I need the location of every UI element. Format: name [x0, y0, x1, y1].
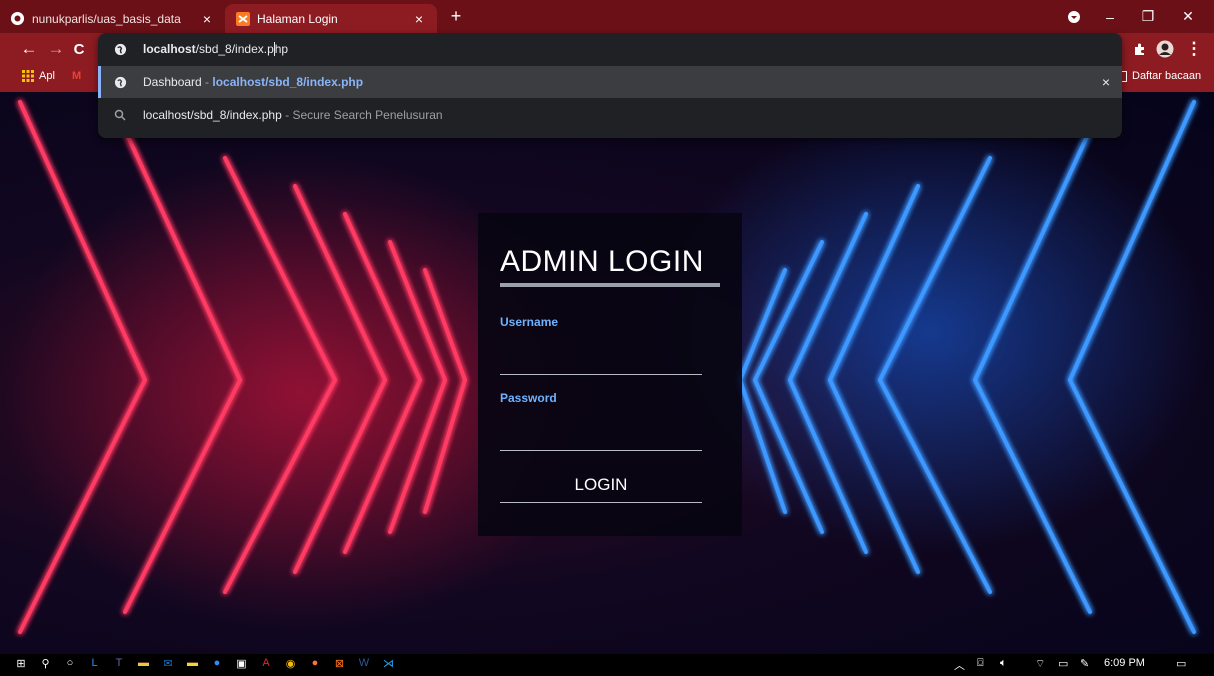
reload-icon[interactable]: C — [68, 33, 90, 65]
new-tab-button[interactable]: + — [446, 6, 466, 27]
screen: nunukparlis/uas_basis_data × Halaman Log… — [0, 0, 1214, 676]
username-label: Username — [500, 315, 559, 329]
login-title: ADMIN LOGIN — [500, 245, 704, 278]
suggestion-search[interactable]: localhost/sbd_8/index.php - Secure Searc… — [98, 99, 1122, 131]
taskbar-word-icon[interactable]: W — [357, 656, 371, 670]
tab-github[interactable]: nunukparlis/uas_basis_data × — [0, 4, 225, 33]
close-window-button[interactable]: ✕ — [1170, 0, 1206, 33]
clock[interactable]: 6:09 PM — [1104, 657, 1145, 669]
suggestion-title: Dashboard — [143, 75, 202, 89]
taskbar-mail-icon[interactable]: ✉ — [161, 656, 175, 670]
tab-close-icon[interactable]: × — [411, 11, 427, 27]
menu-icon[interactable]: ⋮ — [1183, 33, 1205, 65]
notification-icon[interactable]: ▭ — [1176, 657, 1186, 670]
apps-grid-icon — [22, 70, 34, 82]
suggestion-separator: - — [281, 108, 293, 122]
restore-button[interactable]: ❐ — [1130, 0, 1166, 33]
address-host: localhost — [143, 41, 196, 56]
taskbar-teams-icon[interactable]: T — [112, 656, 126, 670]
taskbar-firefox-icon[interactable]: ● — [308, 656, 322, 670]
xampp-icon — [235, 11, 250, 26]
taskbar-vscode-icon[interactable]: ⋊ — [382, 656, 396, 670]
password-label: Password — [500, 391, 557, 405]
login-page: ADMIN LOGIN Username Password LOGIN — [0, 92, 1214, 654]
tab-title: nunukparlis/uas_basis_data — [32, 11, 181, 26]
admin-login-card: ADMIN LOGIN Username Password LOGIN — [478, 213, 742, 536]
forward-icon[interactable]: → — [45, 33, 67, 65]
taskbar-search-icon[interactable]: ⚲ — [39, 656, 53, 670]
github-icon — [10, 11, 25, 26]
taskbar-explorer-icon[interactable]: ▬ — [137, 656, 151, 670]
title-underline — [500, 283, 720, 287]
taskbar-xampp-icon[interactable]: ⊠ — [333, 656, 347, 670]
gmail-icon: M — [72, 70, 82, 82]
profile-avatar[interactable] — [1154, 33, 1176, 65]
suggestion-dashboard[interactable]: Dashboard - localhost/sbd_8/index.php × — [98, 66, 1122, 98]
taskbar-sticky-notes-icon[interactable]: ▬ — [186, 656, 200, 670]
taskbar-cortana-icon[interactable]: ○ — [63, 656, 77, 670]
taskbar-start-icon[interactable]: ⊞ — [14, 656, 28, 670]
bookmark-gmail[interactable]: M — [72, 70, 81, 82]
wifi-icon[interactable]: ⌔ — [1035, 657, 1045, 671]
volume-icon[interactable]: 🔈︎ — [1000, 657, 1007, 670]
login-button[interactable]: LOGIN — [500, 467, 702, 503]
password-input[interactable] — [500, 425, 702, 451]
suggestion-url: localhost/sbd_8/index.php — [212, 75, 364, 89]
bookmark-reading-list[interactable]: Daftar bacaan — [1120, 70, 1201, 82]
tray-overflow-icon[interactable]: ︿ — [954, 657, 965, 673]
minimize-button[interactable]: – — [1092, 0, 1128, 33]
extensions-icon[interactable] — [1128, 33, 1150, 65]
tab-title: Halaman Login — [257, 11, 338, 26]
suggestion-separator: - — [201, 75, 213, 89]
bookmark-apps-label: Apl — [39, 70, 55, 82]
tab-halaman-login[interactable]: Halaman Login × — [225, 4, 437, 33]
reading-list-label: Daftar bacaan — [1132, 70, 1202, 82]
taskbar-chrome-icon[interactable]: ◉ — [284, 656, 298, 670]
username-input[interactable] — [500, 349, 702, 375]
taskbar-lens-icon[interactable]: L — [88, 656, 102, 670]
address-path-tail: hp — [274, 41, 289, 56]
bookmark-apps[interactable]: Apl — [22, 70, 55, 82]
profile-dropdown-icon[interactable] — [1056, 0, 1092, 33]
address-bar[interactable]: localhost/sbd_8/index.php — [98, 33, 1122, 65]
search-icon — [112, 109, 128, 121]
omnibox-dropdown: localhost/sbd_8/index.php Dashboard - lo… — [98, 33, 1122, 138]
taskbar-zoom-icon[interactable]: ● — [210, 656, 224, 670]
remove-suggestion-icon[interactable]: × — [1102, 74, 1110, 90]
back-icon[interactable]: ← — [18, 33, 40, 65]
globe-icon — [112, 43, 128, 56]
taskbar-acrobat-icon[interactable]: A — [259, 656, 273, 670]
taskbar-store-icon[interactable]: ▣ — [235, 656, 249, 670]
suggestion-source: Secure Search Penelusuran — [292, 108, 443, 122]
pen-icon[interactable]: ✎ — [1080, 657, 1089, 670]
address-path: /sbd_8/index.p — [195, 41, 274, 56]
windows-taskbar — [0, 654, 1214, 676]
meet-now-icon[interactable]: ⌼ — [977, 657, 984, 670]
address-bar-text[interactable]: localhost/sbd_8/index.php — [143, 42, 288, 57]
battery-icon[interactable]: ▭ — [1058, 657, 1068, 670]
tab-close-icon[interactable]: × — [199, 11, 215, 27]
suggestion-query: localhost/sbd_8/index.php — [143, 108, 282, 122]
globe-icon — [112, 76, 128, 89]
